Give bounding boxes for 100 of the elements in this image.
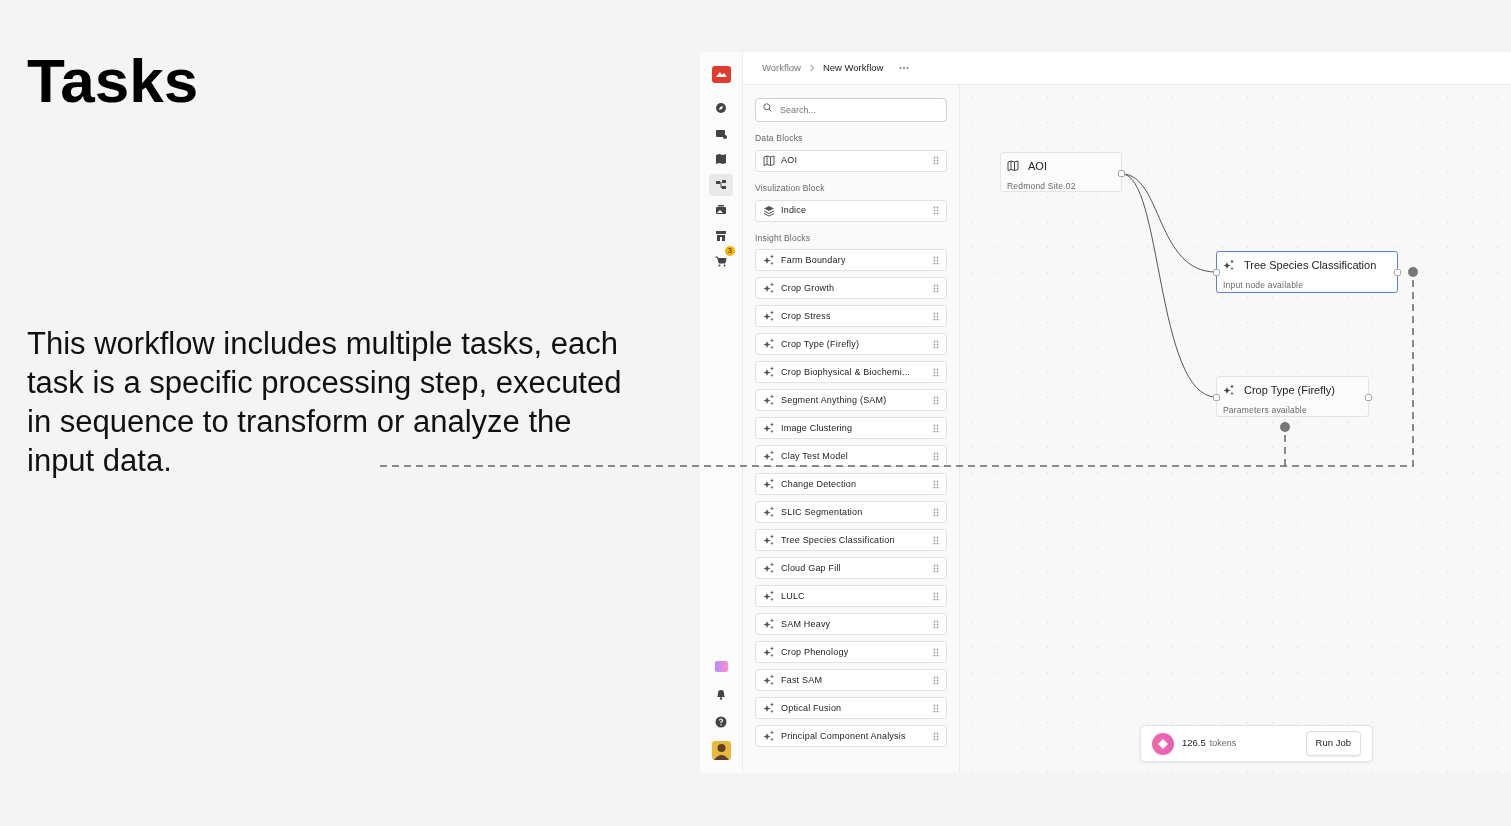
block-item[interactable]: Crop Type (Firefly) bbox=[755, 333, 947, 356]
sparkle-icon bbox=[763, 366, 775, 379]
block-item[interactable]: SAM Heavy bbox=[755, 613, 947, 636]
workflow-node[interactable]: Tree Species Classification Input node available bbox=[1216, 251, 1398, 293]
sparkle-icon bbox=[763, 646, 775, 659]
block-item[interactable]: AOI bbox=[755, 149, 947, 172]
drag-handle-icon bbox=[933, 535, 939, 545]
sparkle-icon bbox=[763, 562, 775, 575]
block-item[interactable]: Segment Anything (SAM) bbox=[755, 389, 947, 412]
sparkle-icon bbox=[763, 310, 775, 323]
bell-icon bbox=[715, 687, 727, 701]
block-item[interactable]: Clay Test Model bbox=[755, 445, 947, 468]
token-amount: 126.5 bbox=[1182, 736, 1206, 751]
sparkle-icon bbox=[763, 338, 775, 351]
node-subtitle: Parameters available bbox=[1223, 403, 1308, 417]
block-item[interactable]: Crop Growth bbox=[755, 277, 947, 300]
node-title: AOI bbox=[1028, 159, 1047, 174]
block-item[interactable]: Tree Species Classification bbox=[755, 529, 947, 552]
sparkle-icon bbox=[763, 506, 775, 519]
node-title: Crop Type (Firefly) bbox=[1244, 383, 1335, 398]
map-icon bbox=[763, 154, 775, 167]
node-handle[interactable] bbox=[1365, 394, 1372, 401]
drag-handle-icon bbox=[933, 367, 939, 377]
drag-handle-icon bbox=[933, 395, 939, 405]
compass-icon bbox=[715, 102, 727, 114]
node-handle[interactable] bbox=[1394, 269, 1401, 276]
token-unit: tokens bbox=[1209, 737, 1237, 751]
sparkle-icon bbox=[763, 534, 775, 547]
sparkle-icon bbox=[763, 282, 775, 295]
breadcrumb-link[interactable]: Workflow bbox=[762, 60, 801, 76]
sparkle-icon bbox=[763, 590, 775, 603]
map-icon bbox=[1007, 159, 1021, 173]
node-subtitle: Input node available bbox=[1223, 278, 1305, 292]
section-heading: Visulization Block bbox=[755, 181, 826, 195]
node-title: Tree Species Classification bbox=[1244, 258, 1377, 273]
more-icon bbox=[899, 66, 910, 70]
slide-title: Tasks bbox=[27, 50, 200, 112]
breadcrumb-current: New Workflow bbox=[822, 60, 884, 75]
block-item[interactable]: Optical Fusion bbox=[755, 697, 947, 720]
run-job-button[interactable]: Run Job bbox=[1305, 731, 1361, 756]
sparkle-icon bbox=[763, 618, 775, 631]
drag-handle-icon bbox=[933, 675, 939, 685]
sparkle-icon bbox=[763, 730, 775, 743]
node-handle[interactable] bbox=[1213, 394, 1220, 401]
sparkle-icon bbox=[763, 450, 775, 463]
drag-handle-icon bbox=[933, 647, 939, 657]
search-field[interactable]: Search... bbox=[755, 98, 947, 122]
help-icon bbox=[715, 715, 727, 729]
drag-handle-icon bbox=[933, 731, 939, 741]
node-handle[interactable] bbox=[1213, 269, 1220, 276]
drag-handle-icon bbox=[933, 507, 939, 517]
search-icon bbox=[763, 103, 772, 112]
store-icon bbox=[715, 229, 727, 242]
workflow-icon bbox=[715, 178, 727, 191]
image-icon bbox=[715, 127, 727, 140]
block-item[interactable]: Crop Stress bbox=[755, 305, 947, 328]
node-subtitle: Redmond Site 02 bbox=[1007, 179, 1077, 193]
block-item[interactable]: Principal Component Analysis bbox=[755, 725, 947, 748]
block-item[interactable]: Cloud Gap Fill bbox=[755, 557, 947, 580]
block-item[interactable]: SLIC Segmentation bbox=[755, 501, 947, 524]
sparkle-icon bbox=[763, 478, 775, 491]
drag-handle-icon bbox=[933, 423, 939, 433]
connector-dot bbox=[1280, 422, 1290, 432]
block-item[interactable]: Change Detection bbox=[755, 473, 947, 496]
connector-dot bbox=[1408, 267, 1418, 277]
token-icon bbox=[1152, 732, 1174, 755]
drag-handle-icon bbox=[933, 283, 939, 293]
block-item[interactable]: LULC bbox=[755, 585, 947, 608]
node-handle[interactable] bbox=[1118, 170, 1125, 177]
block-item[interactable]: Farm Boundary bbox=[755, 249, 947, 272]
layers-icon bbox=[763, 204, 775, 217]
avatar-silhouette[interactable] bbox=[711, 741, 731, 760]
block-item[interactable]: Image Clustering bbox=[755, 417, 947, 440]
drag-handle-icon bbox=[933, 563, 939, 573]
sparkle-icon bbox=[763, 394, 775, 407]
block-item[interactable]: Crop Phenology bbox=[755, 641, 947, 664]
sparkle-icon bbox=[1223, 383, 1237, 397]
drag-handle-icon bbox=[933, 206, 939, 215]
app-logo bbox=[711, 66, 731, 83]
block-item[interactable]: Crop Biophysical & Biochemi... bbox=[755, 361, 947, 384]
block-item[interactable]: Indice bbox=[755, 199, 947, 222]
section-heading: Insight Blocks bbox=[755, 231, 812, 245]
map-icon bbox=[715, 153, 727, 165]
workflow-node[interactable]: Crop Type (Firefly) Parameters available bbox=[1216, 376, 1369, 417]
drag-handle-icon bbox=[933, 479, 939, 489]
drag-handle-icon bbox=[933, 311, 939, 321]
drag-handle-icon bbox=[933, 451, 939, 461]
drag-handle-icon bbox=[933, 255, 939, 265]
drag-handle-icon bbox=[933, 339, 939, 349]
sparkle-icon bbox=[763, 254, 775, 267]
gradient-app-icon bbox=[714, 659, 728, 673]
workflow-node[interactable]: AOI Redmond Site 02 bbox=[1000, 152, 1122, 192]
drag-handle-icon bbox=[933, 591, 939, 601]
sparkle-icon bbox=[763, 674, 775, 687]
sparkle-icon bbox=[763, 422, 775, 435]
nav-button[interactable] bbox=[709, 173, 733, 196]
block-item[interactable]: Fast SAM bbox=[755, 669, 947, 692]
sparkle-icon bbox=[1223, 258, 1237, 272]
section-heading: Data Blocks bbox=[755, 132, 804, 145]
description-text: This workflow includes multiple tasks, each task is a specific processing step, executed in sequence to transform or analyze the input data. bbox=[27, 325, 623, 480]
